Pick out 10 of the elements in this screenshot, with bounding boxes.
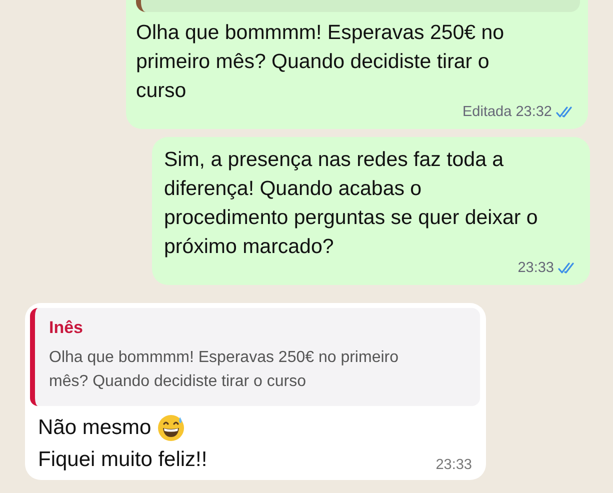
message-text: Sim, a presença nas redes faz toda a diferença! Quando acabas o procedimento perguntas se quer deixar o próximo marcado? (164, 147, 539, 260)
message-text: Não mesmo (38, 415, 152, 441)
message-text: Olha que bommmm! Esperavas 250€ no primeiro mês? Quando decidiste tirar o curso (136, 20, 506, 104)
quote-author: Inês (49, 318, 84, 338)
message-time: Editada 23:32 (462, 104, 552, 120)
message-time: 23:33 (518, 260, 554, 276)
message-time: 23:33 (436, 457, 472, 473)
message-text: Fiquei muito feliz!! (38, 447, 208, 473)
quote-text: Olha que bommmm! Esperavas 250€ no primeiro mês? Quando decidiste tirar o curso (49, 348, 400, 392)
quoted-message[interactable]: Inês Olha que bommmm! Esperavas 250€ no primeiro mês? Quando decidiste tirar o curso (30, 308, 480, 406)
